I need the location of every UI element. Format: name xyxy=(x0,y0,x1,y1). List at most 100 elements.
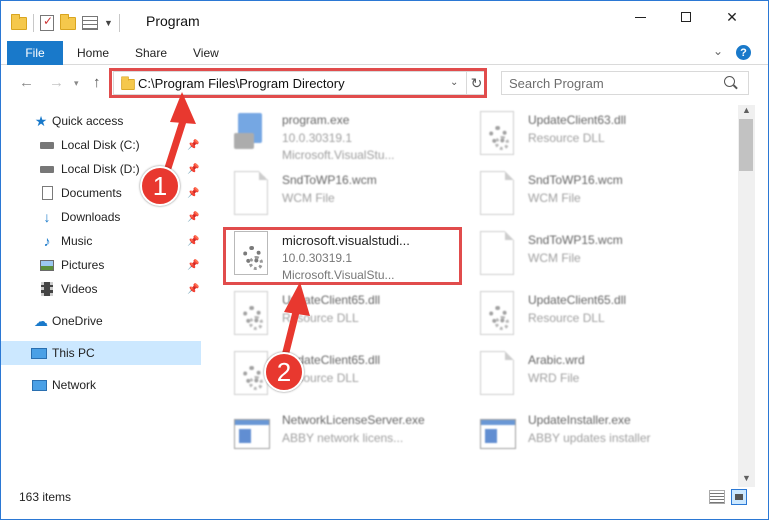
minimize-button[interactable] xyxy=(617,1,663,33)
search-placeholder: Search Program xyxy=(509,76,604,91)
folder-icon xyxy=(11,13,27,30)
exe-icon xyxy=(234,411,270,457)
star-icon: ★ xyxy=(34,112,48,129)
file-detail: Resource DLL xyxy=(282,311,359,325)
step-badge-1: 1 xyxy=(140,166,180,206)
sidebar-item-local-disk-c[interactable]: Local Disk (C:) 📌 xyxy=(1,133,201,157)
file-name: UpdateClient63.dll xyxy=(528,113,627,127)
file-item[interactable]: UpdateClient65.dll Resource DLL xyxy=(472,285,722,343)
details-view-icon[interactable] xyxy=(709,490,725,504)
file-icon xyxy=(480,231,516,277)
sidebar-item-videos[interactable]: Videos 📌 xyxy=(1,277,201,301)
sidebar-item-music[interactable]: ♪ Music 📌 xyxy=(1,229,201,253)
file-item[interactable]: Arabic.wrd WRD File xyxy=(472,345,722,403)
sidebar-item-downloads[interactable]: ↓ Downloads 📌 xyxy=(1,205,201,229)
vertical-scrollbar[interactable]: ▲ ▼ xyxy=(738,105,755,487)
sidebar-item-label: Local Disk (D:) xyxy=(61,162,140,176)
properties-icon[interactable] xyxy=(40,14,54,31)
file-detail: Resource DLL xyxy=(528,311,605,325)
recent-locations-icon[interactable]: ▾ xyxy=(74,78,79,89)
close-button[interactable]: ✕ xyxy=(709,1,755,33)
file-name: UpdateClient65.dll xyxy=(282,293,381,307)
qat-dropdown-icon[interactable]: ▼ xyxy=(104,18,113,28)
forward-button[interactable]: → xyxy=(49,74,64,91)
sidebar-item-label: Documents xyxy=(61,186,122,200)
file-detail: 10.0.30319.1 xyxy=(282,131,353,145)
sidebar-item-label: Local Disk (C:) xyxy=(61,138,140,152)
onedrive-icon: ☁ xyxy=(34,312,48,329)
sidebar-item-pictures[interactable]: Pictures 📌 xyxy=(1,253,201,277)
search-icon xyxy=(724,76,735,87)
sidebar-item-label: Quick access xyxy=(52,114,124,128)
back-button[interactable]: ← xyxy=(19,74,34,91)
maximize-icon xyxy=(681,12,691,22)
scroll-down-icon[interactable]: ▼ xyxy=(742,473,751,483)
file-name: SndToWP16.wcm xyxy=(528,173,623,187)
help-icon[interactable]: ? xyxy=(736,45,751,60)
file-detail: Resource DLL xyxy=(528,131,605,145)
file-name: SndToWP16.wcm xyxy=(282,173,377,187)
file-item[interactable]: UpdateClient63.dll Resource DLL xyxy=(472,105,722,163)
up-button[interactable]: ↑ xyxy=(93,74,101,91)
scroll-up-icon[interactable]: ▲ xyxy=(742,105,751,115)
file-detail: Microsoft.VisualStu... xyxy=(282,148,395,162)
file-detail: WCM File xyxy=(282,191,335,205)
file-item[interactable]: SndToWP15.wcm WCM File xyxy=(472,225,722,283)
sidebar-item-label: Videos xyxy=(61,282,98,296)
sidebar-item-onedrive[interactable]: ☁ OneDrive xyxy=(1,309,201,333)
downloads-icon: ↓ xyxy=(43,209,51,225)
scroll-thumb[interactable] xyxy=(739,119,753,171)
file-item[interactable]: UpdateClient65.dll Resource DLL xyxy=(226,285,476,343)
search-input[interactable]: Search Program xyxy=(501,71,749,95)
file-item[interactable]: NetworkLicenseServer.exe ABBY network li… xyxy=(226,405,476,463)
sidebar-item-this-pc[interactable]: This PC xyxy=(1,341,201,365)
file-item[interactable]: UpdateInstaller.exe ABBY updates install… xyxy=(472,405,722,463)
expand-ribbon-icon[interactable]: ⌄ xyxy=(713,44,723,58)
file-detail: WCM File xyxy=(528,251,581,265)
videos-icon xyxy=(39,281,55,297)
pin-icon: 📌 xyxy=(187,163,200,175)
maximize-button[interactable] xyxy=(663,1,709,33)
tab-file[interactable]: File xyxy=(7,41,63,65)
file-name: Arabic.wrd xyxy=(528,353,585,367)
file-name: UpdateClient65.dll xyxy=(528,293,627,307)
sidebar-item-label: This PC xyxy=(52,346,95,360)
dll-icon xyxy=(480,291,516,337)
file-item[interactable]: SndToWP16.wcm WCM File xyxy=(226,165,476,223)
file-detail: WRD File xyxy=(528,371,580,385)
pc-icon xyxy=(31,345,47,361)
tab-view[interactable]: View xyxy=(193,46,219,60)
highlight-selected-file xyxy=(223,227,462,285)
divider xyxy=(118,14,120,32)
highlight-address-bar xyxy=(109,68,487,98)
drive-icon xyxy=(39,161,55,177)
file-item[interactable]: SndToWP16.wcm WCM File xyxy=(472,165,722,223)
file-item[interactable]: program.exe 10.0.30319.1 Microsoft.Visua… xyxy=(226,105,476,163)
pin-icon: 📌 xyxy=(187,211,200,223)
pin-icon: 📌 xyxy=(187,283,200,295)
tab-share[interactable]: Share xyxy=(135,46,167,60)
new-folder-icon[interactable] xyxy=(60,13,76,30)
file-name: SndToWP15.wcm xyxy=(528,233,623,247)
navigation-pane: ★ Quick access Local Disk (C:) 📌 Local D… xyxy=(1,105,201,487)
file-detail: ABBY updates installer xyxy=(528,431,651,445)
pin-icon: 📌 xyxy=(187,139,200,151)
tab-home[interactable]: Home xyxy=(77,46,109,60)
pictures-icon xyxy=(39,257,55,273)
network-icon xyxy=(31,377,47,393)
sidebar-item-label: Downloads xyxy=(61,210,121,224)
divider xyxy=(33,14,34,32)
sidebar-item-label: Pictures xyxy=(61,258,105,272)
drive-icon xyxy=(39,137,55,153)
sidebar-item-label: Network xyxy=(52,378,97,392)
large-icons-view-icon[interactable] xyxy=(731,489,747,505)
close-icon: ✕ xyxy=(726,8,738,25)
file-name: NetworkLicenseServer.exe xyxy=(282,413,425,427)
sidebar-item-quick-access[interactable]: ★ Quick access xyxy=(1,109,201,133)
sidebar-item-network[interactable]: Network xyxy=(1,373,201,397)
view-icon[interactable] xyxy=(82,16,98,30)
title-bar: ▼ Program ✕ xyxy=(1,1,768,41)
status-bar: 163 items xyxy=(1,487,768,509)
ribbon-tabs: File Home Share View ⌄ ? xyxy=(1,41,768,65)
item-count: 163 items xyxy=(19,490,72,504)
